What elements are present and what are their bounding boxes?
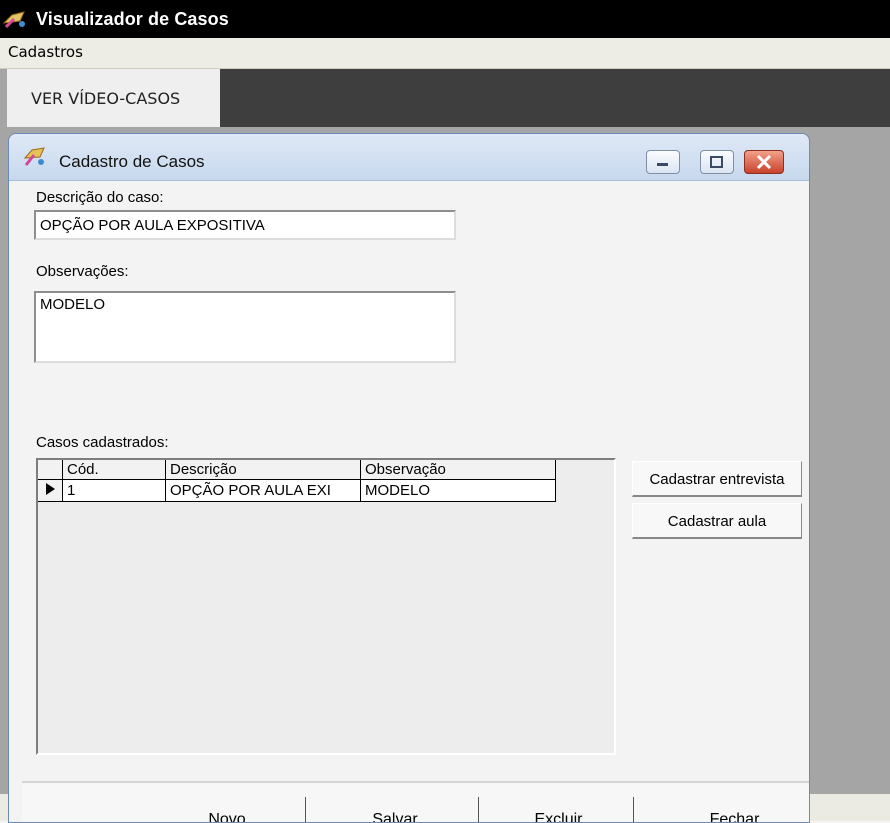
close-button[interactable]: [744, 150, 784, 174]
descricao-label: Descrição do caso:: [36, 189, 164, 206]
minimize-icon: [657, 163, 668, 166]
fechar-button[interactable]: Fechar: [662, 797, 807, 822]
app-icon: [2, 11, 25, 29]
app-title: Visualizador de Casos: [36, 9, 229, 29]
observacoes-field[interactable]: MODELO: [34, 291, 456, 363]
tab-label: VER VÍDEO-CASOS: [31, 89, 181, 108]
window-titlebar[interactable]: Cadastro de Casos: [9, 134, 809, 181]
maximize-icon: [710, 156, 723, 168]
window-title: Cadastro de Casos: [59, 152, 205, 171]
cadastro-casos-window: Cadastro de Casos Descrição do caso: Obs…: [8, 133, 810, 823]
cadastrar-entrevista-button[interactable]: Cadastrar entrevista: [632, 461, 802, 497]
descricao-field[interactable]: [34, 210, 456, 240]
novo-button[interactable]: Novo: [149, 797, 306, 822]
cadastrar-aula-button[interactable]: Cadastrar aula: [632, 503, 802, 539]
observacoes-label: Observações:: [36, 263, 129, 280]
tab-ver-video-casos[interactable]: VER VÍDEO-CASOS: [7, 69, 221, 127]
excluir-button[interactable]: Excluir: [484, 797, 634, 822]
column-header-cod[interactable]: Cód.: [62, 460, 166, 480]
cell-cod[interactable]: 1: [62, 479, 166, 502]
footer-button-bar: Novo Salvar Excluir Fechar: [22, 781, 809, 822]
cell-descricao[interactable]: OPÇÃO POR AULA EXI: [165, 479, 361, 502]
maximize-button[interactable]: [700, 150, 734, 174]
salvar-button[interactable]: Salvar: [312, 797, 479, 822]
casos-grid[interactable]: Cód. Descrição Observação 1 OPÇÃO POR AU…: [36, 458, 616, 755]
menu-item-cadastros[interactable]: Cadastros: [8, 43, 83, 61]
close-icon: [756, 154, 772, 170]
column-header-observacao[interactable]: Observação: [360, 460, 556, 480]
window-body: Descrição do caso: Observações: MODELO C…: [9, 181, 809, 822]
cell-observacao[interactable]: MODELO: [360, 479, 556, 502]
grid-corner-cell: [38, 460, 63, 480]
row-pointer-icon: [46, 482, 55, 495]
menu-bar: Cadastros: [0, 38, 890, 69]
row-indicator: [38, 479, 63, 502]
app-titlebar: Visualizador de Casos: [0, 0, 890, 38]
column-header-descricao[interactable]: Descrição: [165, 460, 361, 480]
window-icon: [23, 147, 45, 166]
tab-strip-background: [220, 69, 890, 127]
grid-header-row: Cód. Descrição Observação: [38, 460, 556, 480]
minimize-button[interactable]: [646, 150, 680, 174]
casos-cadastrados-label: Casos cadastrados:: [36, 434, 169, 451]
table-row[interactable]: 1 OPÇÃO POR AULA EXI MODELO: [38, 479, 556, 502]
